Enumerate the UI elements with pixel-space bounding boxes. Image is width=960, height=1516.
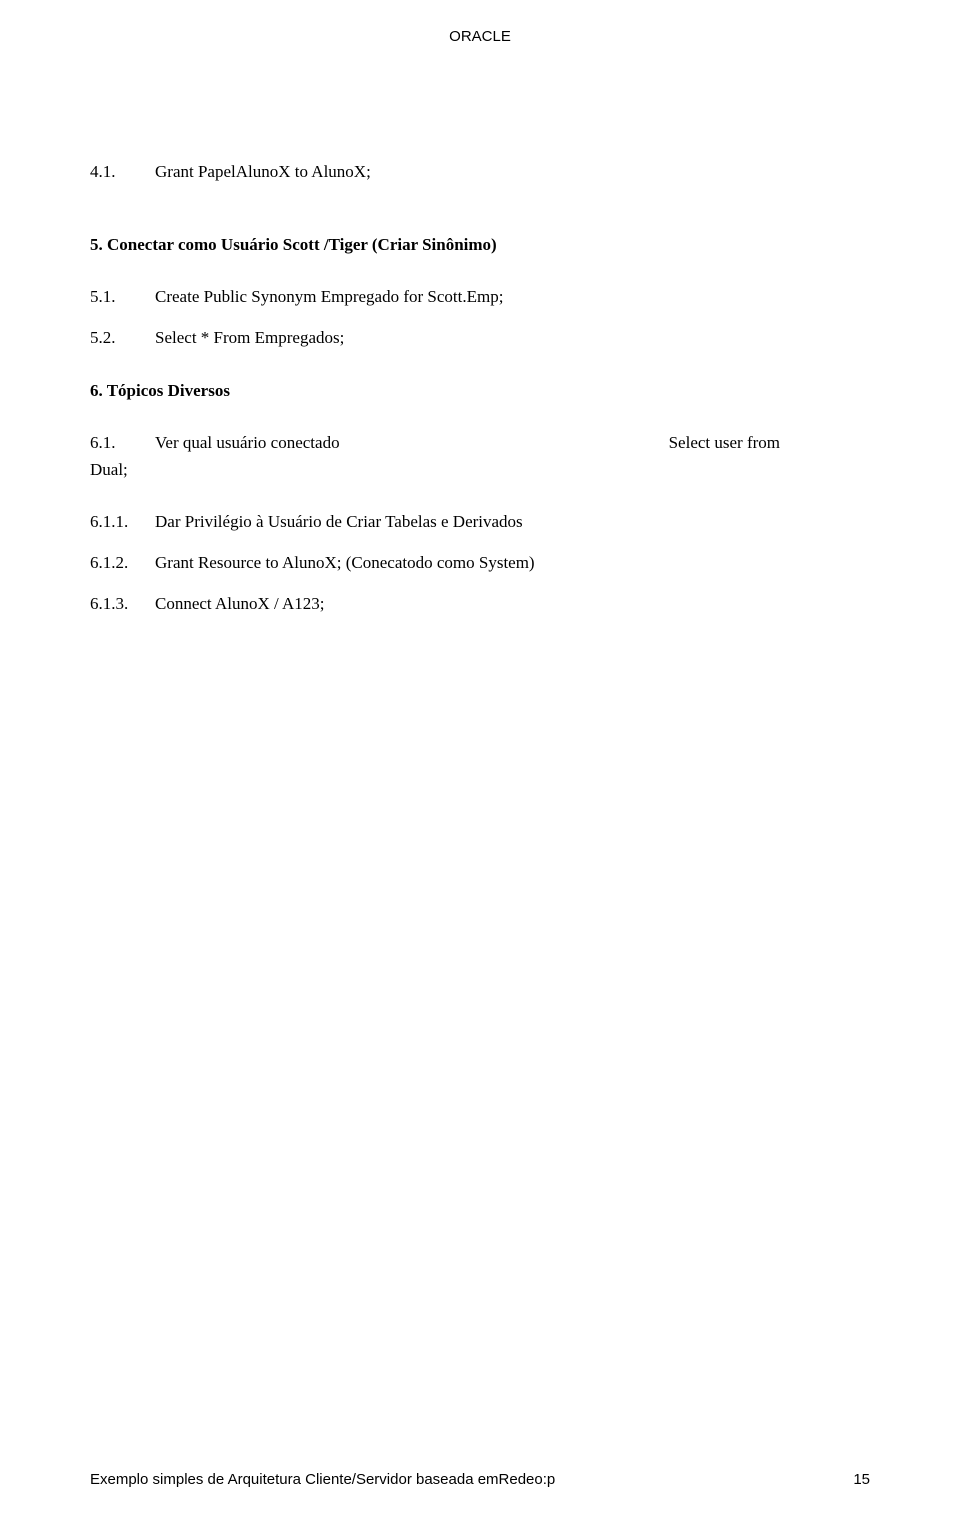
header-title: ORACLE xyxy=(449,28,511,45)
item-4-1: 4.1. Grant PapelAlunoX to AlunoX; xyxy=(90,160,870,185)
page-number: 15 xyxy=(853,1471,870,1488)
item-number: 5.2. xyxy=(90,326,155,351)
item-6-1-1: 6.1.1. Dar Privilégio à Usuário de Criar… xyxy=(90,510,870,535)
page-header: ORACLE xyxy=(0,0,960,45)
item-5-2: 5.2. Select * From Empregados; xyxy=(90,326,870,351)
item-6-1-3: 6.1.3. Connect AlunoX / A123; xyxy=(90,592,870,617)
item-text: Create Public Synonym Empregado for Scot… xyxy=(155,285,870,310)
item-number: 5.1. xyxy=(90,285,155,310)
item-5-1: 5.1. Create Public Synonym Empregado for… xyxy=(90,285,870,310)
item-text: Dar Privilégio à Usuário de Criar Tabela… xyxy=(155,510,870,535)
footer-text: Exemplo simples de Arquitetura Cliente/S… xyxy=(90,1471,555,1488)
section-6-heading: 6. Tópicos Diversos xyxy=(90,379,870,404)
item-6-1: 6.1. Ver qual usuário conectado Select u… xyxy=(90,431,870,482)
section-title: 5. Conectar como Usuário Scott /Tiger (C… xyxy=(90,235,497,254)
item-number: 6.1.1. xyxy=(90,510,155,535)
item-number: 4.1. xyxy=(90,160,155,185)
item-text-continuation: Dual; xyxy=(90,458,870,483)
item-text: Select * From Empregados; xyxy=(155,326,870,351)
item-text-right: Select user from xyxy=(669,431,780,456)
item-number: 6.1.3. xyxy=(90,592,155,617)
section-title: 6. Tópicos Diversos xyxy=(90,381,230,400)
item-text: Grant PapelAlunoX to AlunoX; xyxy=(155,160,870,185)
item-text: Connect AlunoX / A123; xyxy=(155,592,870,617)
item-number: 6.1. xyxy=(90,431,155,456)
document-body: 4.1. Grant PapelAlunoX to AlunoX; 5. Con… xyxy=(0,45,960,616)
section-5-heading: 5. Conectar como Usuário Scott /Tiger (C… xyxy=(90,233,870,258)
item-6-1-2: 6.1.2. Grant Resource to AlunoX; (Coneca… xyxy=(90,551,870,576)
item-text: Grant Resource to AlunoX; (Conecatodo co… xyxy=(155,551,870,576)
page-footer: Exemplo simples de Arquitetura Cliente/S… xyxy=(0,1471,960,1488)
item-number: 6.1.2. xyxy=(90,551,155,576)
